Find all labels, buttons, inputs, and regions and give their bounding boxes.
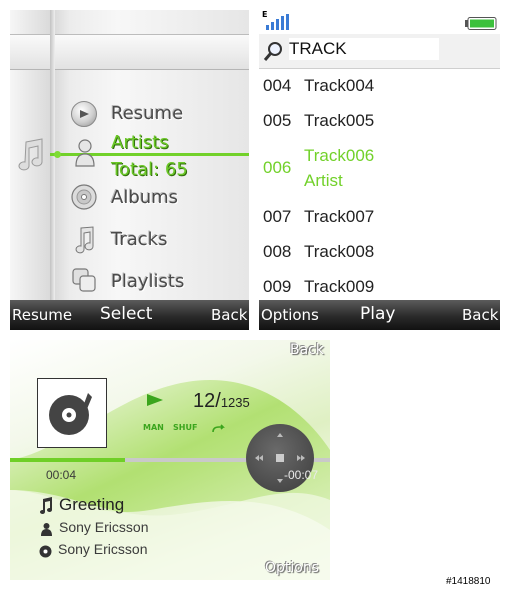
back-label[interactable]: Back xyxy=(290,342,324,358)
track-list-screen: E Track003 TR xyxy=(259,10,500,330)
track-number: 004 xyxy=(263,76,292,95)
menu-item-tracks[interactable]: Tracks xyxy=(111,229,167,250)
track-artist: Artist xyxy=(304,171,343,190)
softkey-back[interactable]: Back xyxy=(211,306,247,324)
softkey-resume[interactable]: Resume xyxy=(12,306,72,324)
status-bar: E xyxy=(259,10,500,34)
artist-name: Sony Ericsson xyxy=(59,519,149,535)
track-name: Track004 xyxy=(304,76,375,95)
repeat-icon xyxy=(211,421,227,433)
menu-item-resume[interactable]: Resume xyxy=(111,103,183,124)
fast-forward-icon xyxy=(297,455,305,461)
battery-icon xyxy=(465,15,497,30)
track-position: 12/ xyxy=(193,390,221,412)
softkey-select[interactable]: Select xyxy=(100,304,152,324)
music-menu-screen: Resume Artists Total: 65 Albums Tracks P… xyxy=(10,10,249,330)
menu-item-artists[interactable]: Artists xyxy=(111,132,169,153)
options-label[interactable]: Options xyxy=(265,560,319,576)
progress-fill xyxy=(10,458,126,462)
rewind-icon xyxy=(255,455,263,461)
softkey-bar: Options Play Back xyxy=(259,300,500,330)
artists-total-count: Total: 65 xyxy=(111,159,188,180)
person-icon xyxy=(74,138,96,168)
album-icon xyxy=(39,543,52,558)
track-number: 007 xyxy=(263,207,292,226)
play-icon xyxy=(146,392,164,406)
now-playing-screen: Back 12/1235 MAN SHUF 00:04 -00:07 Greet… xyxy=(10,340,330,580)
artist-icon xyxy=(41,521,52,536)
selection-dot xyxy=(54,151,61,158)
album-art xyxy=(37,378,107,448)
list-item[interactable]: 005 Track005 xyxy=(259,105,500,139)
track-total: 1235 xyxy=(220,395,250,410)
list-item[interactable]: 008 Track008 xyxy=(259,236,500,270)
track-number: 006 xyxy=(263,158,292,177)
search-input[interactable]: TRACK xyxy=(289,38,439,60)
track-name: Track005 xyxy=(304,111,375,130)
playlist-icon xyxy=(71,267,97,293)
menu-item-playlists[interactable]: Playlists xyxy=(111,271,184,292)
list-item[interactable]: 007 Track007 xyxy=(259,201,500,235)
search-icon xyxy=(263,40,285,62)
track-name: Track007 xyxy=(304,207,375,226)
track-number: 008 xyxy=(263,242,292,261)
softkey-back[interactable]: Back xyxy=(462,306,498,324)
cd-icon xyxy=(70,183,98,211)
elapsed-time: 00:04 xyxy=(46,468,77,482)
mode-man: MAN xyxy=(143,423,164,432)
music-note-icon xyxy=(16,138,46,172)
music-note-icon xyxy=(72,226,96,254)
track-number: 005 xyxy=(263,111,292,130)
remaining-time: -00:07 xyxy=(284,468,319,482)
softkey-options[interactable]: Options xyxy=(261,306,319,324)
mode-shuf: SHUF xyxy=(173,423,198,432)
image-watermark: #1418810 xyxy=(446,576,491,587)
menu-header-bar xyxy=(10,34,249,70)
list-item-selected[interactable]: 006 Track006 Artist xyxy=(259,140,500,200)
track-name: Track008 xyxy=(304,242,375,261)
signal-strength-icon xyxy=(265,14,291,30)
stop-icon xyxy=(276,454,284,462)
music-note-icon xyxy=(38,497,54,515)
song-title: Greeting xyxy=(59,495,125,514)
track-name: Track006 xyxy=(304,146,375,165)
list-item[interactable]: 004 Track004 xyxy=(259,70,500,104)
softkey-play[interactable]: Play xyxy=(360,304,395,324)
track-name: Track009 xyxy=(304,277,375,296)
play-disc-icon xyxy=(71,101,97,127)
down-arrow-icon xyxy=(277,479,283,483)
menu-item-albums[interactable]: Albums xyxy=(111,187,178,208)
softkey-bar: Resume Select Back xyxy=(10,300,249,330)
record-player-icon xyxy=(49,393,92,435)
up-arrow-icon xyxy=(277,433,283,437)
search-field[interactable]: TRACK xyxy=(259,34,500,69)
track-counter: 12/1235 xyxy=(193,390,250,413)
track-number: 009 xyxy=(263,277,292,296)
album-name: Sony Ericsson xyxy=(58,541,148,557)
